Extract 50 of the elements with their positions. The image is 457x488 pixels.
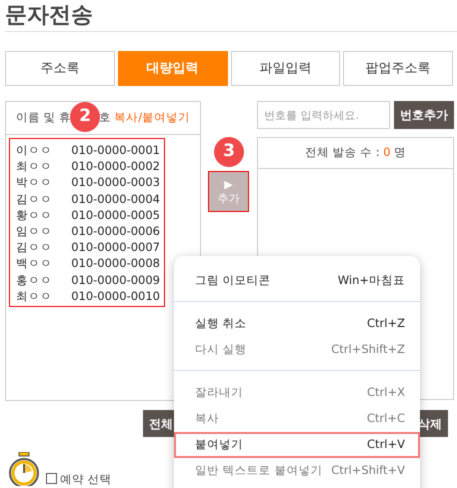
entry-name: 이ㅇㅇ (16, 142, 52, 158)
page-title: 문자전송 (5, 2, 94, 30)
menu-label: 복사 (195, 410, 219, 428)
entry-name: 황ㅇㅇ (16, 206, 52, 223)
menu-shortcut: Ctrl+X (367, 384, 405, 402)
entry-name: 홍ㅇㅇ (16, 272, 52, 288)
step-badge: 2 (70, 102, 100, 132)
entry-name: 최ㅇㅇ (16, 288, 52, 304)
menu-label: 일반 텍스트로 붙여넣기 (195, 462, 322, 480)
entry-phone: 010-0000-0004 (71, 190, 160, 207)
menu-shortcut: Ctrl+Shift+V (331, 462, 405, 480)
tab[interactable]: 주소록 (5, 51, 115, 86)
entry-phone: 010-0000-0002 (71, 158, 160, 174)
reserve-checkbox[interactable] (46, 473, 57, 484)
recipient-count: 전체 발송 수 : 0 명 (304, 144, 406, 162)
menu-label: 다시 실행 (195, 341, 247, 358)
header-text: 호 (99, 109, 112, 126)
entry-phone: 010-0000-0003 (71, 174, 160, 191)
entry-name: 임ㅇㅇ (16, 222, 52, 240)
reserve-label: 예약 선택 (60, 472, 112, 486)
entry-phone: 010-0000-0007 (71, 239, 160, 256)
phone-input[interactable]: 번호를 입력하세요. (257, 101, 390, 129)
menu-item[interactable]: 그림 이모티콘 Win+마침표 (175, 268, 419, 294)
header-text: 이름 및 휴 (16, 109, 72, 126)
entry-phone: 010-0000-0010 (71, 288, 160, 304)
add-number-button[interactable]: 번호추가 (394, 101, 454, 129)
entry-phone: 010-0000-0005 (71, 206, 160, 223)
menu-shortcut: Ctrl+C (366, 410, 405, 428)
entry-name: 최ㅇㅇ (16, 158, 52, 174)
entry-phone: 010-0000-0009 (71, 272, 160, 288)
entry-name: 박ㅇㅇ (16, 174, 52, 191)
menu-label: 잘라내기 (195, 384, 243, 402)
menu-label: 실행 취소 (195, 315, 247, 332)
menu-shortcut: Ctrl+Shift+Z (331, 341, 405, 358)
menu-label: 붙여넣기 (195, 436, 243, 454)
menu-shortcut: Ctrl+V (367, 436, 405, 454)
tab[interactable]: 파일입력 (230, 51, 340, 86)
entry-name: 김ㅇㅇ (16, 190, 52, 207)
entry-name: 김ㅇㅇ (16, 239, 52, 256)
menu-label: 그림 이모티콘 (195, 272, 271, 290)
entry-phone: 010-0000-0006 (71, 222, 160, 240)
entry-name: 백ㅇㅇ (16, 255, 52, 272)
menu-item[interactable]: 실행 취소 Ctrl+Z (175, 311, 419, 337)
entry-phone: 010-0000-0001 (71, 142, 160, 158)
entry-phone: 010-0000-0008 (71, 255, 160, 272)
tab[interactable]: 팝업주소록 (343, 51, 453, 86)
menu-item[interactable]: 붙여넣기 Ctrl+V (174, 432, 420, 458)
step-badge: 3 (214, 137, 244, 167)
menu-shortcut: Ctrl+Z (367, 315, 405, 332)
menu-shortcut: Win+마침표 (338, 272, 405, 290)
